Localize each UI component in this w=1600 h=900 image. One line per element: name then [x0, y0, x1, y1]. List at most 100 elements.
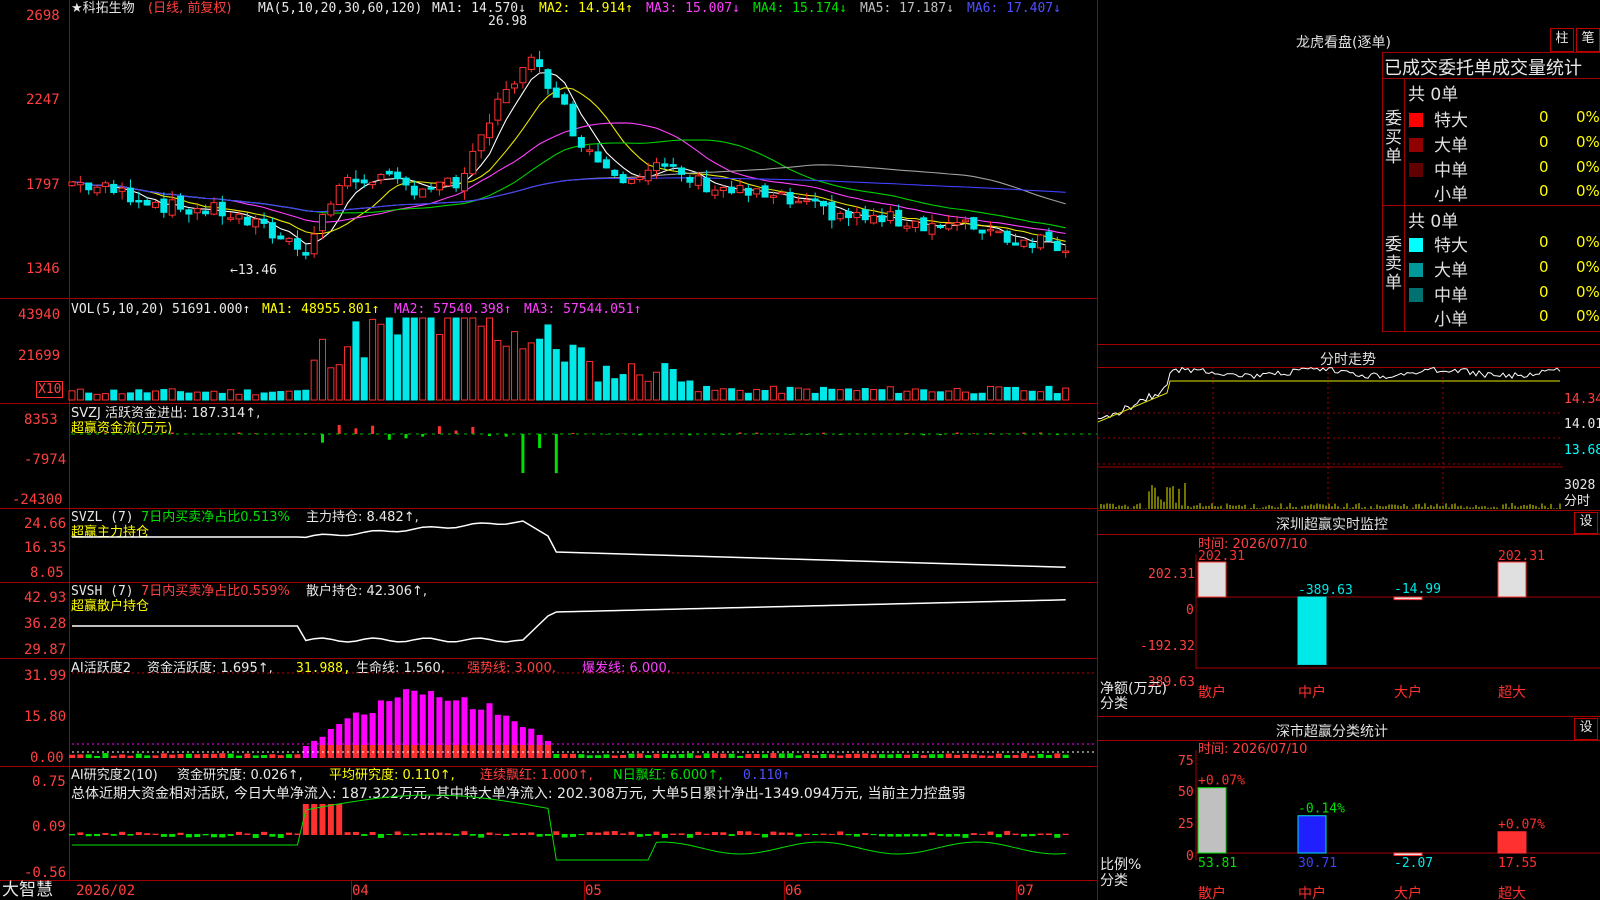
research-bar — [561, 834, 568, 838]
bar-value-label: -389.63 — [1298, 583, 1353, 598]
dragon-tabs[interactable]: 已成交委托单成交量统计 — [1384, 54, 1600, 80]
volume-bar — [486, 317, 493, 401]
research-bar — [377, 834, 384, 838]
activity-bar — [987, 755, 994, 758]
category-label: 超大 — [1498, 886, 1526, 900]
candle-body — [661, 163, 669, 167]
research-bar — [1004, 831, 1011, 835]
research-bar — [653, 831, 660, 835]
volume-bar — [335, 364, 343, 401]
candle-body — [820, 200, 827, 207]
candle-body — [978, 229, 986, 234]
monitor-title: 深圳超赢实时监控 — [1276, 517, 1388, 533]
candle-body — [945, 223, 953, 230]
volume-bar — [68, 390, 76, 401]
research-bar — [995, 834, 1002, 838]
intraday-title[interactable]: 分时走势 — [1320, 349, 1376, 369]
row-count: 0 — [1539, 283, 1549, 301]
candle-body — [786, 191, 794, 205]
bar-value-label: 53.81 — [1198, 856, 1237, 871]
candle-body — [352, 178, 360, 183]
activity-bar — [995, 753, 1002, 758]
candle-body — [602, 159, 610, 169]
candle-body — [435, 181, 443, 191]
activity-bar — [611, 755, 618, 758]
candle-body — [310, 233, 318, 255]
research-bar — [695, 831, 702, 835]
ratio-bar — [1197, 787, 1227, 854]
volume-bar — [1012, 386, 1020, 401]
volume-bar — [861, 388, 869, 401]
volume-bar — [669, 369, 677, 401]
right-panel: 龙虎看盘(逐单) 柱 笔 已成交委托单成交量统计 共 0单 委买单 特大 0 0… — [1098, 0, 1600, 900]
candle-body — [168, 199, 176, 216]
volume-bar — [761, 390, 769, 401]
candle-body — [728, 186, 736, 194]
candle-body — [845, 211, 853, 219]
volume-bar — [753, 388, 761, 401]
candle-body — [469, 150, 477, 175]
volume-bar — [444, 317, 452, 401]
research-bar — [828, 833, 835, 835]
volume-bar — [544, 324, 552, 401]
candle-body — [344, 177, 352, 187]
volume-bar — [903, 390, 911, 401]
research-bar — [686, 834, 693, 838]
activity-bar — [1045, 755, 1052, 758]
candle-body — [586, 149, 594, 152]
monitor-settings-button[interactable]: 设 — [1574, 512, 1598, 534]
volume-bar — [794, 387, 802, 401]
research-bar — [812, 834, 819, 836]
volume-bar — [319, 338, 326, 401]
main-chart-area[interactable]: ★科拓生物 (日线, 前复权) MA(5,10,20,30,60,120) MA… — [0, 0, 1098, 900]
volume-bar — [1028, 390, 1036, 401]
activity-bar — [252, 755, 259, 758]
category-label: 中户 — [1298, 885, 1326, 900]
activity-bar — [728, 753, 735, 758]
research-bar — [444, 833, 451, 835]
intraday-chart[interactable] — [1098, 367, 1568, 510]
legend-swatch — [1409, 263, 1423, 277]
activity-bar — [570, 753, 576, 758]
volume-bar — [293, 390, 301, 401]
activity-bar — [1029, 755, 1036, 758]
research-bar — [411, 834, 418, 836]
pen-button[interactable]: 笔 — [1576, 28, 1600, 52]
candle-body — [611, 169, 619, 176]
research-bar — [878, 834, 885, 837]
research-bar — [327, 804, 334, 835]
candle-body — [619, 174, 627, 184]
candle-body — [252, 218, 260, 228]
candle-body — [160, 198, 168, 213]
volume-bar — [602, 365, 610, 401]
activity-bar — [269, 754, 276, 758]
flow-bar — [571, 432, 575, 434]
volume-bar — [961, 391, 969, 401]
candle-body — [753, 188, 761, 195]
candle-body — [870, 214, 878, 224]
candle-body — [1053, 240, 1061, 252]
candle-body — [853, 212, 861, 219]
candle-body — [686, 176, 694, 183]
row-count: 0 — [1539, 108, 1549, 126]
volume-bar — [177, 391, 185, 401]
activity-bar — [561, 753, 568, 758]
research-bar — [645, 834, 652, 836]
candle-body — [970, 217, 978, 230]
intraday-vol-label: 3028 — [1564, 478, 1596, 493]
research-bar — [595, 832, 602, 835]
row-name: 中单 — [1434, 286, 1468, 306]
row-pct: 0% — [1576, 258, 1600, 276]
research-bar — [912, 834, 919, 837]
column-button[interactable]: 柱 — [1550, 28, 1574, 52]
delta-label: +0.07% — [1498, 818, 1545, 833]
candle-body — [1012, 242, 1020, 246]
candle-body — [895, 209, 903, 227]
candle-body — [936, 225, 944, 229]
intraday-y-label: 14.34 — [1564, 392, 1600, 407]
activity-bar — [1054, 753, 1061, 758]
research-bar — [403, 834, 409, 836]
classify-settings-button[interactable]: 设 — [1574, 718, 1598, 740]
activity-bar — [586, 755, 593, 758]
volume-bar — [569, 344, 577, 401]
